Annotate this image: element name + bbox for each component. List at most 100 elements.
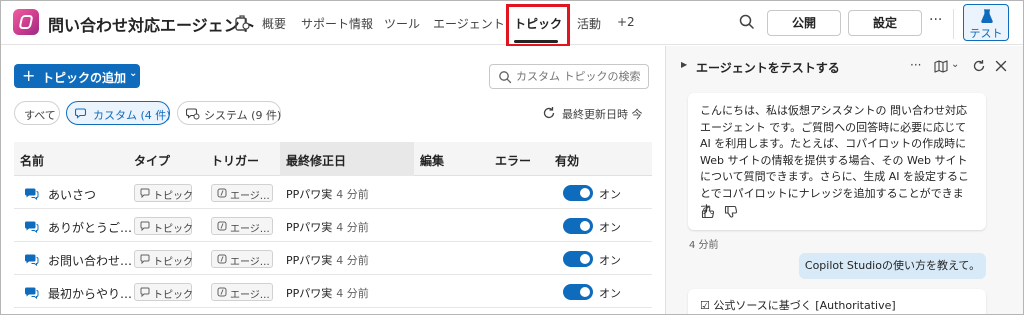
topic-icon <box>25 188 39 200</box>
trigger-icon <box>217 221 227 231</box>
tab-overview[interactable]: 概要 <box>262 15 286 32</box>
table-row[interactable]: ありがとうご… トピック エージ… PPパワ実 4 分前 オン <box>14 210 652 242</box>
trigger-chip: エージ… <box>211 217 273 235</box>
modified-by: PPパワ実 <box>286 188 333 201</box>
table-row[interactable]: 最初からやり… トピック エージ… PPパワ実 4 分前 オン <box>14 276 652 308</box>
add-topic-label: トピックの追加 <box>42 71 127 85</box>
user-message-bubble: Copilot Studioの使い方を教えて。 <box>799 253 986 279</box>
flask-icon <box>981 9 993 23</box>
add-topic-button[interactable]: + トピックの追加 ⌄ <box>14 64 140 88</box>
close-icon[interactable] <box>995 60 1007 72</box>
highlight-annotation <box>506 4 570 47</box>
table-row[interactable]: あいさつ トピック エージ… PPパワ実 4 分前 オン <box>14 177 652 209</box>
tab-more[interactable]: +2 <box>617 15 635 29</box>
enabled-label: オン <box>599 254 621 267</box>
modified-by: PPパワ実 <box>286 287 333 300</box>
filter-all-label: すべて <box>24 109 56 122</box>
modified-ago: 4 分前 <box>336 254 369 267</box>
topic-name[interactable]: ありがとうご… <box>48 219 132 236</box>
bot-response-bubble: ☑ 公式ソースに基づく [Authoritative] <box>688 289 986 314</box>
map-icon[interactable] <box>934 60 948 73</box>
type-label: トピック <box>153 290 193 301</box>
plus-icon: + <box>22 66 36 85</box>
enabled-toggle[interactable] <box>563 284 593 300</box>
app-window: 問い合わせ対応エージェント 概要 サポート情報 ツール エージェント トピック … <box>0 0 1024 315</box>
test-button[interactable]: テスト <box>963 4 1009 41</box>
settings-button[interactable]: 設定 <box>848 10 922 36</box>
topic-icon <box>25 254 39 266</box>
agent-logo-icon <box>13 9 39 35</box>
bot-response-text: ☑ 公式ソースに基づく [Authoritative] <box>700 299 896 312</box>
modified-ago: 4 分前 <box>336 221 369 234</box>
pane-more-icon[interactable]: ··· <box>910 58 921 72</box>
more-options-button[interactable]: ··· <box>929 12 942 28</box>
table-row[interactable]: お問い合わせ… トピック エージ… PPパワ実 4 分前 オン <box>14 243 652 275</box>
topic-icon <box>25 287 39 299</box>
tab-agents[interactable]: エージェント <box>433 15 505 32</box>
topic-search-input[interactable] <box>516 68 644 85</box>
agent-title: 問い合わせ対応エージェント <box>48 16 256 35</box>
thumbs-down-icon[interactable] <box>724 205 738 219</box>
column-header-edit[interactable]: 編集 <box>420 152 444 169</box>
table-header: 名前 タイプ トリガー 最終修正日 編集 エラー 有効 <box>14 142 652 176</box>
type-label: トピック <box>153 191 193 202</box>
refresh-icon <box>543 107 555 119</box>
trigger-label: エージ… <box>230 191 270 202</box>
topic-name[interactable]: あいさつ <box>48 186 96 203</box>
topic-search-box[interactable] <box>489 64 649 89</box>
modified-by: PPパワ実 <box>286 254 333 267</box>
trigger-icon <box>217 188 227 198</box>
refresh-label: 最終更新日時 今 <box>562 108 643 121</box>
enabled-toggle[interactable] <box>563 251 593 267</box>
type-chip: トピック <box>134 217 193 235</box>
modified-info: PPパワ実 4 分前 <box>286 285 369 301</box>
filter-custom[interactable]: カスタム (4 件) <box>66 101 171 125</box>
message-timestamp: 4 分前 <box>689 240 719 251</box>
enabled-toggle[interactable] <box>563 185 593 201</box>
trigger-chip: エージ… <box>211 184 273 202</box>
modified-ago: 4 分前 <box>336 287 369 300</box>
refresh-icon[interactable] <box>972 59 986 73</box>
type-chip: トピック <box>134 184 193 202</box>
search-icon <box>499 71 512 84</box>
trigger-chip: エージ… <box>211 283 273 301</box>
topic-name[interactable]: お問い合わせ… <box>48 252 132 269</box>
top-bar: 問い合わせ対応エージェント 概要 サポート情報 ツール エージェント トピック … <box>1 1 1023 47</box>
type-chip: トピック <box>134 283 193 301</box>
column-header-enabled[interactable]: 有効 <box>555 152 579 169</box>
test-button-label: テスト <box>969 27 1003 40</box>
trigger-label: エージ… <box>230 290 270 301</box>
collapse-caret-icon[interactable]: ▶ <box>681 60 687 69</box>
trigger-icon <box>217 287 227 297</box>
modified-info: PPパワ実 4 分前 <box>286 186 369 202</box>
filter-system-label: システム (9 件) <box>204 109 282 122</box>
column-header-modified[interactable]: 最終修正日 <box>286 152 346 169</box>
chevron-down-icon: ⌄ <box>129 68 138 79</box>
column-header-type[interactable]: タイプ <box>134 152 170 169</box>
chat-bubbles-icon <box>75 108 87 119</box>
chevron-down-icon[interactable]: ⌄ <box>951 59 959 70</box>
trigger-label: エージ… <box>230 224 270 235</box>
chat-icon <box>140 287 150 297</box>
trigger-icon <box>217 254 227 264</box>
chat-icon <box>140 254 150 264</box>
filter-all[interactable]: すべて <box>14 101 60 125</box>
tab-tools[interactable]: ツール <box>384 15 420 32</box>
modified-ago: 4 分前 <box>336 188 369 201</box>
type-label: トピック <box>153 257 193 268</box>
column-header-trigger[interactable]: トリガー <box>211 152 259 169</box>
filter-system[interactable]: システム (9 件) <box>177 101 281 125</box>
publish-button[interactable]: 公開 <box>767 10 841 36</box>
tab-knowledge[interactable]: サポート情報 <box>301 15 373 32</box>
agent-edit-icon[interactable] <box>234 14 250 32</box>
column-header-name[interactable]: 名前 <box>20 152 44 169</box>
search-icon[interactable] <box>737 12 757 32</box>
system-topic-icon <box>186 108 200 120</box>
type-chip: トピック <box>134 250 193 268</box>
topic-name[interactable]: 最初からやり… <box>48 285 132 302</box>
enabled-label: オン <box>599 221 621 234</box>
column-header-errors[interactable]: エラー <box>495 152 531 169</box>
enabled-toggle[interactable] <box>563 218 593 234</box>
tab-activity[interactable]: 活動 <box>577 15 601 32</box>
thumbs-up-icon[interactable] <box>701 205 715 219</box>
